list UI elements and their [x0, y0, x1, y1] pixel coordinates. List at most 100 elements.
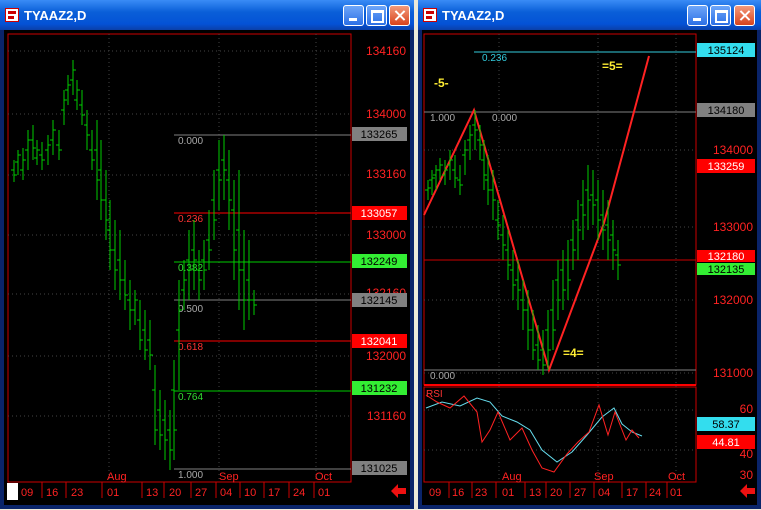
- date-label: 13: [146, 487, 158, 499]
- price-bar: [550, 280, 556, 350]
- price-tick: 134160: [366, 44, 406, 58]
- maximize-button[interactable]: [710, 5, 731, 26]
- scroll-left-arrow-icon[interactable]: [740, 484, 755, 498]
- date-label: 04: [220, 487, 232, 499]
- date-label: 01: [670, 487, 682, 499]
- price-chart[interactable]: 0.000 0.236 0.382 0.500 0.618 0.764 1.00…: [4, 30, 410, 505]
- price-bar: [462, 140, 468, 175]
- price-bar: [580, 180, 586, 240]
- price-bar: [176, 280, 182, 390]
- price-box-label: 132145: [361, 295, 398, 307]
- price-bar: [79, 90, 85, 125]
- title-bar[interactable]: TYAAZ2,D: [418, 0, 761, 30]
- app-icon[interactable]: [423, 8, 437, 22]
- chart-client-area[interactable]: 0.000 0.236 0.382 0.500 0.618 0.764 1.00…: [4, 30, 410, 505]
- price-tick: 134000: [713, 143, 753, 157]
- date-label: 09: [429, 487, 441, 499]
- month-label: Oct: [315, 471, 332, 483]
- wave-label: =5=: [602, 59, 623, 73]
- price-bar: [15, 150, 21, 175]
- fib-label: 0.000: [178, 136, 203, 147]
- price-bar: [142, 310, 148, 360]
- price-bar: [117, 230, 123, 300]
- price-bar: [211, 170, 217, 240]
- date-label: 09: [21, 487, 33, 499]
- date-label: 04: [598, 487, 610, 499]
- close-button[interactable]: [389, 5, 410, 26]
- price-bar: [467, 125, 473, 160]
- chart-window-2[interactable]: TYAAZ2,D 0.236 1.000 0.000 0.000 -5- =5=…: [418, 0, 761, 509]
- title-bar[interactable]: TYAAZ2,D: [0, 0, 414, 30]
- window-title: TYAAZ2,D: [24, 8, 87, 23]
- price-bar: [457, 165, 463, 195]
- price-bar: [246, 240, 252, 320]
- price-bar: [11, 160, 17, 182]
- price-bar: [481, 140, 487, 190]
- price-box-label: 131025: [361, 463, 398, 475]
- month-label: Aug: [107, 471, 127, 483]
- date-label: 17: [268, 487, 280, 499]
- price-bar: [70, 60, 76, 95]
- fib-label: 0.382: [178, 263, 203, 274]
- price-bar: [50, 120, 56, 155]
- date-label: 23: [71, 487, 83, 499]
- price-bar: [206, 210, 212, 270]
- date-label: 01: [107, 487, 119, 499]
- price-bar: [147, 320, 153, 370]
- date-label: 20: [550, 487, 562, 499]
- date-label: 16: [452, 487, 464, 499]
- price-bar: [525, 290, 531, 350]
- date-label: 23: [475, 487, 487, 499]
- price-bar: [585, 165, 591, 230]
- price-bar: [34, 140, 40, 165]
- price-box-label: 135124: [708, 45, 745, 57]
- price-bar: [555, 260, 561, 320]
- month-label: Sep: [594, 471, 614, 483]
- price-bar: [500, 215, 506, 260]
- wave-line: [423, 55, 650, 374]
- chart-client-area[interactable]: 0.236 1.000 0.000 0.000 -5- =5= =4= RSI …: [422, 30, 757, 505]
- price-tick: 132000: [713, 293, 753, 307]
- date-label: 27: [574, 487, 586, 499]
- date-label: 01: [318, 487, 330, 499]
- price-chart[interactable]: 0.236 1.000 0.000 0.000 -5- =5= =4= RSI …: [422, 30, 757, 505]
- price-bar: [590, 170, 596, 225]
- price-bar: [429, 170, 435, 195]
- price-bar: [191, 220, 197, 290]
- maximize-button[interactable]: [366, 5, 387, 26]
- price-bar: [56, 130, 62, 160]
- minimize-button[interactable]: [687, 5, 708, 26]
- price-bar: [122, 260, 128, 310]
- price-bar: [226, 150, 232, 230]
- price-bar: [221, 135, 227, 200]
- app-icon[interactable]: [5, 8, 19, 22]
- scroll-left-arrow-icon[interactable]: [391, 484, 406, 498]
- price-bar: [565, 240, 571, 300]
- window-title: TYAAZ2,D: [442, 8, 505, 23]
- date-label: 24: [649, 487, 661, 499]
- minimize-button[interactable]: [343, 5, 364, 26]
- price-bar: [152, 365, 158, 445]
- date-label: 27: [195, 487, 207, 499]
- fib-label: 0.236: [178, 214, 203, 225]
- wave-label: -5-: [434, 76, 449, 90]
- price-bar: [442, 160, 448, 185]
- price-bar: [425, 180, 431, 200]
- close-button[interactable]: [734, 5, 755, 26]
- price-bar: [127, 280, 133, 330]
- rsi-tick: 60: [740, 402, 754, 416]
- price-bar: [196, 250, 202, 300]
- price-bar: [137, 300, 143, 350]
- price-bar: [61, 90, 67, 125]
- scroll-thumb[interactable]: [7, 483, 18, 500]
- fib-label: 0.000: [430, 371, 455, 382]
- date-label: 16: [46, 487, 58, 499]
- price-bar: [535, 325, 541, 370]
- price-bar: [39, 142, 45, 170]
- price-box-label: 133265: [361, 129, 398, 141]
- fib-label: 0.000: [492, 113, 517, 124]
- price-bar: [171, 360, 177, 460]
- price-bar: [570, 220, 576, 270]
- chart-window-1[interactable]: TYAAZ2,D 0.000 0.236 0.382 0.500 0.618 0…: [0, 0, 414, 509]
- price-bar: [575, 200, 581, 260]
